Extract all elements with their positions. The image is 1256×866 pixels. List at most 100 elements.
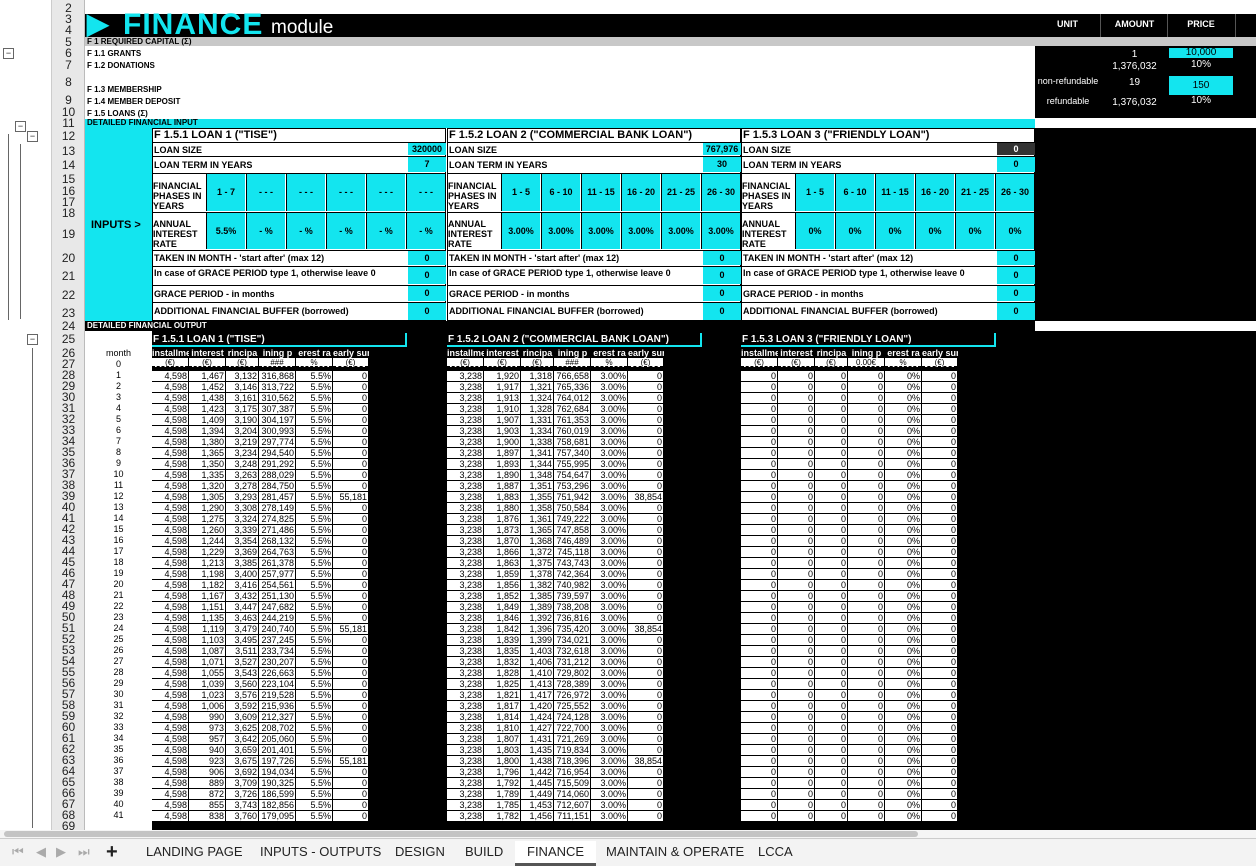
tab-maintain-operate[interactable]: MAINTAIN & OPERATE <box>606 844 744 859</box>
row-number[interactable]: 21 <box>52 270 85 282</box>
horizontal-scrollbar[interactable] <box>0 830 1256 838</box>
loan-param-value[interactable]: 0 <box>703 267 741 284</box>
output-col-header: installmen <box>741 349 778 358</box>
phase-cell[interactable]: 1 - 5 <box>795 174 834 211</box>
rate-cell[interactable]: 0% <box>955 213 994 249</box>
rate-cell[interactable]: 0% <box>835 213 874 249</box>
loan-param-label: ADDITIONAL FINANCIAL BUFFER (borrowed) <box>743 306 938 316</box>
collapse-group-icon[interactable]: − <box>3 48 14 59</box>
rate-cell[interactable]: 3.00% <box>541 213 580 249</box>
phase-cell[interactable]: 1 - 5 <box>501 174 540 211</box>
last-sheet-icon[interactable]: ⏭ <box>78 844 90 860</box>
add-sheet-icon[interactable]: + <box>106 841 118 864</box>
row-number[interactable]: 11 <box>52 117 85 129</box>
rate-cell[interactable]: 3.00% <box>701 213 740 249</box>
loan-term-value[interactable]: 0 <box>997 157 1035 172</box>
output-cell: 0 <box>922 536 957 546</box>
rate-cell[interactable]: 3.00% <box>661 213 700 249</box>
loan-param-value[interactable]: 0 <box>997 303 1035 320</box>
output-cell: 3.00% <box>591 778 627 788</box>
loan-size-value[interactable]: 0 <box>997 143 1035 155</box>
rate-cell[interactable]: 5.5% <box>206 213 245 249</box>
loan-param-value[interactable]: 0 <box>703 303 741 320</box>
collapse-group-icon[interactable]: − <box>27 334 38 345</box>
row-number[interactable]: 7 <box>52 59 85 71</box>
loan-param-value[interactable]: 0 <box>703 286 741 301</box>
rate-cell[interactable]: 0% <box>995 213 1034 249</box>
loan-size-value[interactable]: 767,976 <box>703 143 741 155</box>
rate-cell[interactable]: 0% <box>875 213 914 249</box>
phase-cell[interactable]: - - - <box>286 174 325 211</box>
loan-param-value[interactable]: 0 <box>408 251 446 265</box>
prev-sheet-icon[interactable]: ◀ <box>36 844 46 860</box>
required-price[interactable]: 150 <box>1169 76 1233 95</box>
loan-param-value[interactable]: 0 <box>408 286 446 301</box>
rate-cell[interactable]: - % <box>366 213 405 249</box>
row-number[interactable]: 8 <box>52 76 85 88</box>
phase-cell[interactable]: 1 - 7 <box>206 174 245 211</box>
tab-landing-page[interactable]: LANDING PAGE <box>146 844 243 859</box>
tab-finance[interactable]: FINANCE <box>515 841 597 866</box>
output-cell: 0% <box>885 371 921 381</box>
tab-lcca[interactable]: LCCA <box>758 844 793 859</box>
phase-cell[interactable]: - - - <box>326 174 365 211</box>
rate-cell[interactable]: - % <box>406 213 445 249</box>
rate-cell[interactable]: 3.00% <box>581 213 620 249</box>
tab-design[interactable]: DESIGN <box>395 844 445 859</box>
row-number[interactable]: 19 <box>52 228 85 240</box>
phase-cell[interactable]: 26 - 30 <box>995 174 1034 211</box>
row-number[interactable]: 22 <box>52 289 85 301</box>
row-number[interactable]: 25 <box>52 333 85 345</box>
row-number[interactable]: 24 <box>52 320 85 332</box>
required-price[interactable]: 10% <box>1169 60 1233 70</box>
output-cell: 739,597 <box>554 591 590 601</box>
loan-param-value[interactable]: 0 <box>997 267 1035 284</box>
output-cell: 1,866 <box>484 547 520 557</box>
phase-cell[interactable]: - - - <box>366 174 405 211</box>
output-cell: 0 <box>848 558 884 568</box>
phase-cell[interactable]: - - - <box>246 174 285 211</box>
row-number[interactable]: 13 <box>52 145 85 157</box>
finance-sheet-grid[interactable]: ▶ FINANCE module UNIT AMOUNT PRICE F 1 R… <box>85 0 1256 830</box>
first-sheet-icon[interactable]: ⏮ <box>12 844 24 860</box>
tab-inputs-outputs[interactable]: INPUTS - OUTPUTS <box>260 844 381 859</box>
phase-cell[interactable]: 16 - 20 <box>621 174 660 211</box>
phase-cell[interactable]: 21 - 25 <box>661 174 700 211</box>
row-number[interactable]: 18 <box>52 207 85 219</box>
rate-cell[interactable]: 3.00% <box>501 213 540 249</box>
collapse-group-icon[interactable]: − <box>27 131 38 142</box>
phase-cell[interactable]: 21 - 25 <box>955 174 994 211</box>
output-cell: 0 <box>922 492 957 502</box>
loan-size-value[interactable]: 320000 <box>408 143 446 155</box>
loan-param-value[interactable]: 0 <box>408 267 446 284</box>
collapse-group-icon[interactable]: − <box>15 121 26 132</box>
required-price[interactable]: 10% <box>1169 96 1233 106</box>
loan-term-value[interactable]: 7 <box>408 157 446 172</box>
next-sheet-icon[interactable]: ▶ <box>56 844 66 860</box>
rate-cell[interactable]: - % <box>326 213 365 249</box>
tab-build[interactable]: BUILD <box>465 844 503 859</box>
row-number[interactable]: 20 <box>52 252 85 264</box>
rate-cell[interactable]: 0% <box>795 213 834 249</box>
phase-cell[interactable]: 6 - 10 <box>835 174 874 211</box>
row-number[interactable]: 12 <box>52 130 85 142</box>
required-price[interactable]: 10,000 <box>1169 48 1233 58</box>
loan-term-value[interactable]: 30 <box>703 157 741 172</box>
scrollbar-thumb[interactable] <box>4 831 918 837</box>
loan-param-value[interactable]: 0 <box>408 303 446 320</box>
phase-cell[interactable]: - - - <box>406 174 445 211</box>
rate-cell[interactable]: 3.00% <box>621 213 660 249</box>
phase-cell[interactable]: 16 - 20 <box>915 174 954 211</box>
rate-cell[interactable]: - % <box>246 213 285 249</box>
rate-cell[interactable]: 0% <box>915 213 954 249</box>
rate-cell[interactable]: - % <box>286 213 325 249</box>
phase-cell[interactable]: 11 - 15 <box>581 174 620 211</box>
phase-cell[interactable]: 26 - 30 <box>701 174 740 211</box>
loan-param-value[interactable]: 0 <box>997 251 1035 265</box>
row-number[interactable]: 14 <box>52 159 85 171</box>
loan-param-value[interactable]: 0 <box>703 251 741 265</box>
phase-cell[interactable]: 11 - 15 <box>875 174 914 211</box>
phase-cell[interactable]: 6 - 10 <box>541 174 580 211</box>
loan-param-value[interactable]: 0 <box>997 286 1035 301</box>
row-number[interactable]: 23 <box>52 307 85 319</box>
